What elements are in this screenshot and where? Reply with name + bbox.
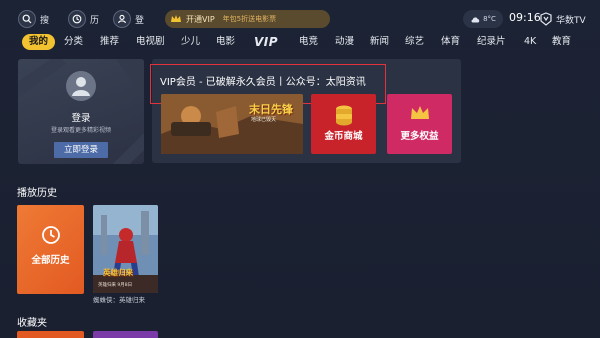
nav-item-esports[interactable]: 电竞: [299, 34, 318, 50]
all-history-label: 全部历史: [31, 255, 70, 266]
coin-mall-label: 金币商城: [324, 131, 363, 142]
vip-ad-text: 年包5折送电影票: [222, 15, 277, 23]
nav-item-news[interactable]: 新闻: [370, 34, 389, 50]
login-card[interactable]: 登录 登录观看更多精彩视频 立即登录: [18, 59, 144, 164]
nav-item-sports[interactable]: 体育: [441, 34, 460, 50]
history-label: 历: [90, 15, 100, 26]
user-avatar-icon: [72, 77, 90, 96]
nav-item-movies[interactable]: 电影: [216, 34, 235, 50]
crown-icon: [171, 15, 181, 22]
login-top-label: 登: [135, 15, 145, 26]
poster-title-text: 英雄归来: [103, 268, 133, 277]
nav-item-vip[interactable]: VIP: [254, 34, 278, 50]
more-rights-label: 更多权益: [400, 131, 439, 142]
crown-icon: [411, 106, 429, 119]
nav-item-education[interactable]: 教育: [552, 34, 571, 50]
vip-promo-banner[interactable]: 开通VIP 年包5折送电影票: [165, 10, 330, 28]
avatar: [66, 71, 96, 101]
nav-item-4k[interactable]: 4K: [524, 34, 536, 50]
history-movie-title: 蜘蛛侠：英雄归来: [93, 296, 145, 304]
poster-subtitle: 地球已毁灭: [251, 117, 277, 123]
brand-logo: 华数TV: [539, 8, 589, 30]
login-now-button[interactable]: 立即登录: [54, 142, 108, 158]
poster-title: 末日先锋: [249, 103, 293, 116]
login-top-button[interactable]: 登: [113, 8, 144, 30]
nav-item-recommend[interactable]: 推荐: [100, 34, 119, 50]
vip-open-label: 开通VIP: [186, 14, 215, 24]
clock-icon: [42, 226, 60, 244]
poster-subtitle-text: 英雄归来 9月8日: [98, 283, 133, 288]
cloud-icon: [471, 16, 480, 22]
history-section-title: 播放历史: [17, 188, 57, 199]
history-movie-poster[interactable]: 英雄归来 英雄归来 9月8日: [93, 205, 158, 293]
search-button[interactable]: 搜: [18, 8, 49, 30]
nav-item-category[interactable]: 分类: [64, 34, 83, 50]
brand-name: 华数TV: [556, 15, 586, 26]
spiderman-poster-artwork: [93, 205, 158, 293]
vip-movie-poster[interactable]: 末日先锋 地球已毁灭: [161, 94, 303, 154]
search-icon: [18, 10, 36, 28]
more-rights-tile[interactable]: 更多权益: [387, 94, 452, 154]
nav-item-anime[interactable]: 动漫: [335, 34, 354, 50]
user-icon: [113, 10, 131, 28]
history-button[interactable]: 历: [68, 8, 99, 30]
favorite-tile-1[interactable]: [17, 331, 84, 338]
all-history-tile[interactable]: 全部历史: [17, 205, 84, 294]
category-nav: 我的 分类 推荐 电视剧 少儿 电影 VIP 电竞 动漫 新闻 综艺 体育 纪录…: [0, 34, 600, 50]
nav-item-tv-series[interactable]: 电视剧: [136, 34, 165, 50]
weather-widget: 8°C: [463, 10, 503, 28]
favorites-section-title: 收藏夹: [17, 318, 47, 329]
nav-item-kids[interactable]: 少儿: [181, 34, 200, 50]
nav-item-variety[interactable]: 综艺: [405, 34, 424, 50]
login-title: 登录: [71, 113, 91, 124]
coin-stack-icon: [336, 105, 352, 126]
clock-icon: [68, 10, 86, 28]
nav-item-mine[interactable]: 我的: [22, 34, 56, 50]
clock-text: 09:16: [509, 11, 541, 24]
nav-item-documentary[interactable]: 纪录片: [477, 34, 506, 50]
brand-icon: [540, 12, 552, 26]
search-label: 搜: [40, 15, 50, 26]
favorite-tile-2[interactable]: [93, 331, 158, 338]
temperature-text: 8°C: [483, 15, 496, 23]
coin-mall-tile[interactable]: 金币商城: [311, 94, 376, 154]
login-description: 登录观看更多精彩视频: [50, 127, 111, 134]
